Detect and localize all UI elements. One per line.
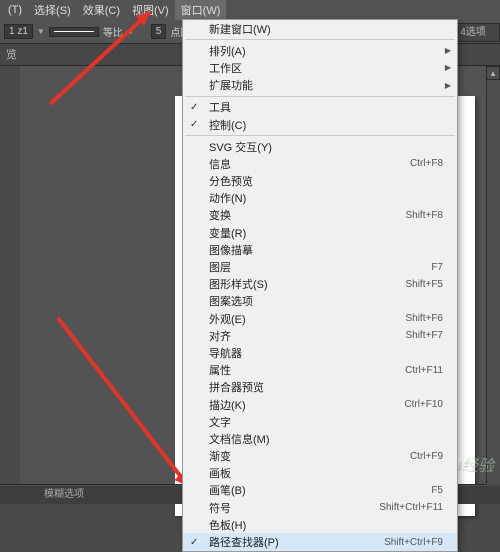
zoom-field[interactable]: 1 z1: [4, 24, 33, 39]
menu-item-label: 分色预览: [209, 173, 443, 189]
menu-item-label: 新建窗口(W): [209, 21, 443, 37]
window-menu-dropdown: 新建窗口(W)排列(A)▶工作区▶扩展功能▶✓工具✓控制(C)SVG 交互(Y)…: [182, 19, 458, 552]
menu-item[interactable]: ✓ 控制(C): [183, 116, 457, 133]
status-text: 模糊选项: [44, 489, 84, 500]
check-icon: ✓: [190, 537, 198, 548]
menu-item[interactable]: ✓ 路径查找器(P)Shift+Ctrl+F9: [183, 533, 457, 550]
menu-item[interactable]: 属性Ctrl+F11: [183, 362, 457, 379]
menu-item-label: 排列(A): [209, 43, 443, 59]
menu-item[interactable]: 动作(N): [183, 190, 457, 207]
menu-item[interactable]: 图案选项: [183, 293, 457, 310]
menu-t[interactable]: (T): [2, 2, 28, 18]
menu-item-label: 渐变: [209, 448, 410, 464]
menu-item-label: 属性: [209, 362, 405, 378]
menu-window[interactable]: 窗口(W): [175, 0, 227, 20]
menu-item-label: 工作区: [209, 60, 443, 76]
menu-item[interactable]: 外观(E)Shift+F6: [183, 310, 457, 327]
points-field[interactable]: 5: [151, 24, 167, 39]
menu-item[interactable]: SVG 交互(Y): [183, 138, 457, 155]
menu-item[interactable]: 文档信息(M): [183, 430, 457, 447]
scroll-up-button[interactable]: ▴: [486, 66, 500, 80]
menu-item-label: 对齐: [209, 328, 405, 344]
menu-item-label: 画板: [209, 465, 443, 481]
menu-item-label: 图像描摹: [209, 242, 443, 258]
menu-item-label: 信息: [209, 156, 410, 172]
menu-item[interactable]: 图形样式(S)Shift+F5: [183, 276, 457, 293]
stroke-preview[interactable]: [49, 27, 99, 37]
menu-item[interactable]: 渐变Ctrl+F9: [183, 448, 457, 465]
menu-item[interactable]: 图像描摹: [183, 241, 457, 258]
menu-item[interactable]: 图层F7: [183, 258, 457, 275]
menu-item-label: 符号: [209, 500, 379, 516]
menu-effect[interactable]: 效果(C): [77, 0, 126, 20]
menu-item[interactable]: 排列(A)▶: [183, 42, 457, 59]
menu-item[interactable]: 符号Shift+Ctrl+F11: [183, 499, 457, 516]
menu-item-label: 图层: [209, 259, 431, 275]
menu-item[interactable]: 工作区▶: [183, 59, 457, 76]
chevron-down-icon[interactable]: ▼: [37, 27, 45, 36]
chevron-down-icon[interactable]: ▼: [127, 27, 135, 36]
menu-item[interactable]: 信息Ctrl+F8: [183, 155, 457, 172]
vertical-scrollbar[interactable]: [486, 80, 500, 484]
menu-item-shortcut: Ctrl+F10: [404, 399, 443, 410]
menu-view[interactable]: 视图(V): [126, 0, 175, 20]
menu-item-shortcut: F5: [431, 485, 443, 496]
menu-item-label: 色板(H): [209, 517, 443, 533]
menu-item-label: 文档信息(M): [209, 431, 443, 447]
menu-item-shortcut: Shift+F8: [405, 210, 443, 221]
menu-item-shortcut: F7: [431, 262, 443, 273]
menu-item-label: SVG 交互(Y): [209, 139, 443, 155]
menu-item-label: 画笔(B): [209, 482, 431, 498]
menu-item-label: 动作(N): [209, 190, 443, 206]
menu-item[interactable]: 描边(K)Ctrl+F10: [183, 396, 457, 413]
menu-item-label: 外观(E): [209, 311, 405, 327]
menu-item-label: 描边(K): [209, 397, 404, 413]
menu-item[interactable]: 对齐Shift+F7: [183, 327, 457, 344]
check-icon: ✓: [190, 102, 198, 113]
menu-item-shortcut: Shift+F7: [405, 330, 443, 341]
menu-item-shortcut: Shift+F5: [405, 279, 443, 290]
menubar: (T) 选择(S) 效果(C) 视图(V) 窗口(W): [0, 0, 500, 20]
menu-item[interactable]: 变量(R): [183, 224, 457, 241]
menu-item[interactable]: 画板: [183, 465, 457, 482]
submenu-arrow-icon: ▶: [445, 46, 451, 55]
menu-item-label: 工具: [209, 99, 443, 115]
document-tab[interactable]: 览: [6, 49, 17, 61]
menu-item[interactable]: ✓ 工具: [183, 99, 457, 116]
menu-item-shortcut: Shift+F6: [405, 313, 443, 324]
menu-item[interactable]: 画笔(B)F5: [183, 482, 457, 499]
menu-item-label: 路径查找器(P): [209, 534, 384, 550]
menu-item[interactable]: 分色预览: [183, 173, 457, 190]
menu-item-shortcut: Ctrl+F9: [410, 451, 443, 462]
menu-item[interactable]: 文字: [183, 413, 457, 430]
menu-item[interactable]: 扩展功能▶: [183, 77, 457, 94]
check-icon: ✓: [190, 119, 198, 130]
menu-item[interactable]: 拼合器预览: [183, 379, 457, 396]
menu-item-label: 文字: [209, 414, 443, 430]
menu-item[interactable]: 变换Shift+F8: [183, 207, 457, 224]
menu-item[interactable]: 导航器: [183, 344, 457, 361]
submenu-arrow-icon: ▶: [445, 63, 451, 72]
menu-item-label: 变换: [209, 207, 405, 223]
menu-item-label: 导航器: [209, 345, 443, 361]
scale-mode-label: 等比: [103, 24, 123, 39]
menu-item-label: 图案选项: [209, 293, 443, 309]
menu-item-label: 扩展功能: [209, 77, 443, 93]
menu-item[interactable]: 色板(H): [183, 516, 457, 533]
menu-select[interactable]: 选择(S): [28, 0, 77, 20]
menu-item-label: 图形样式(S): [209, 276, 405, 292]
menu-item[interactable]: 新建窗口(W): [183, 20, 457, 37]
menu-item-label: 控制(C): [209, 117, 443, 133]
submenu-arrow-icon: ▶: [445, 81, 451, 90]
menu-item-label: 变量(R): [209, 225, 443, 241]
menu-item-shortcut: Ctrl+F8: [410, 158, 443, 169]
menu-item-label: 拼合器预览: [209, 379, 443, 395]
menu-item-shortcut: Ctrl+F11: [405, 365, 443, 376]
menu-item-shortcut: Shift+Ctrl+F9: [384, 537, 443, 548]
